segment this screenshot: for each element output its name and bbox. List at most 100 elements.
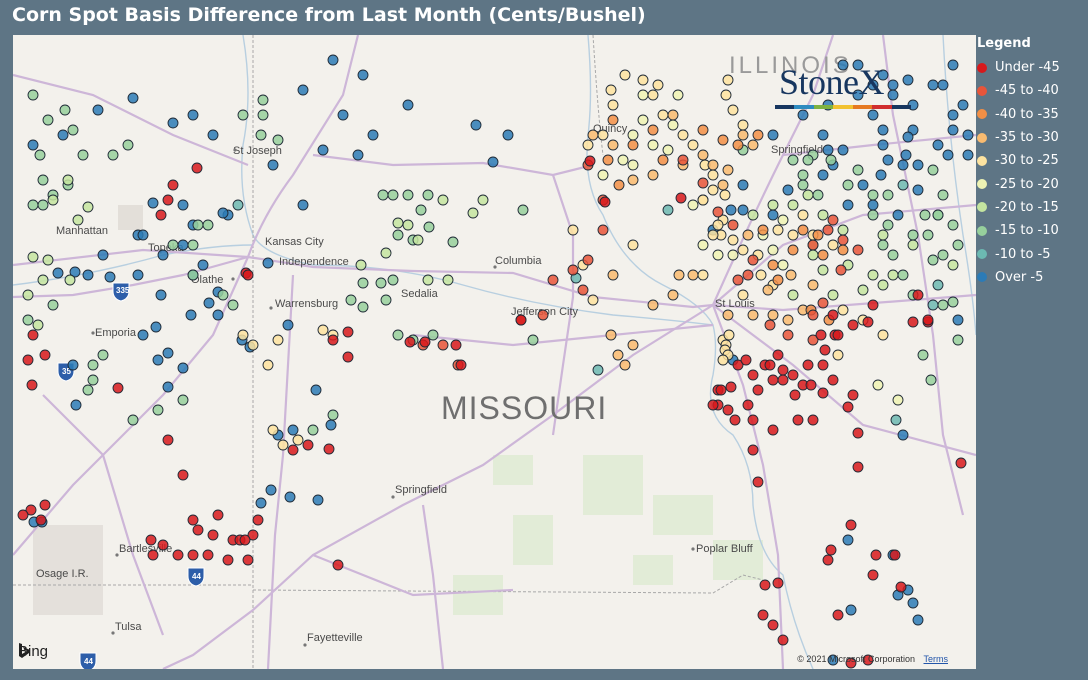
elevator-point[interactable]	[212, 509, 224, 521]
elevator-point[interactable]	[717, 134, 729, 146]
elevator-point[interactable]	[827, 289, 839, 301]
elevator-point[interactable]	[455, 359, 467, 371]
elevator-point[interactable]	[237, 329, 249, 341]
elevator-point[interactable]	[192, 219, 204, 231]
elevator-point[interactable]	[787, 229, 799, 241]
elevator-point[interactable]	[837, 234, 849, 246]
elevator-point[interactable]	[392, 217, 404, 229]
elevator-point[interactable]	[870, 549, 882, 561]
elevator-point[interactable]	[67, 359, 79, 371]
elevator-point[interactable]	[767, 259, 779, 271]
elevator-point[interactable]	[759, 579, 771, 591]
elevator-point[interactable]	[52, 267, 64, 279]
elevator-point[interactable]	[817, 359, 829, 371]
elevator-point[interactable]	[802, 189, 814, 201]
elevator-point[interactable]	[752, 476, 764, 488]
elevator-point[interactable]	[107, 149, 119, 161]
elevator-point[interactable]	[284, 491, 296, 503]
elevator-point[interactable]	[742, 229, 754, 241]
elevator-point[interactable]	[687, 139, 699, 151]
elevator-point[interactable]	[619, 359, 631, 371]
elevator-point[interactable]	[582, 254, 594, 266]
elevator-point[interactable]	[375, 277, 387, 289]
elevator-point[interactable]	[882, 154, 894, 166]
elevator-point[interactable]	[952, 334, 964, 346]
elevator-point[interactable]	[777, 259, 789, 271]
elevator-point[interactable]	[737, 179, 749, 191]
elevator-point[interactable]	[232, 199, 244, 211]
elevator-point[interactable]	[767, 424, 779, 436]
elevator-point[interactable]	[627, 139, 639, 151]
elevator-point[interactable]	[720, 89, 732, 101]
elevator-point[interactable]	[962, 149, 974, 161]
elevator-point[interactable]	[162, 347, 174, 359]
elevator-point[interactable]	[755, 269, 767, 281]
elevator-point[interactable]	[327, 54, 339, 66]
legend-item[interactable]: -30 to -25	[977, 149, 1088, 172]
elevator-point[interactable]	[707, 399, 719, 411]
elevator-point[interactable]	[887, 249, 899, 261]
elevator-point[interactable]	[292, 434, 304, 446]
elevator-point[interactable]	[317, 324, 329, 336]
elevator-point[interactable]	[877, 239, 889, 251]
elevator-point[interactable]	[722, 309, 734, 321]
elevator-point[interactable]	[67, 124, 79, 136]
elevator-point[interactable]	[652, 79, 664, 91]
elevator-point[interactable]	[902, 131, 914, 143]
elevator-point[interactable]	[317, 144, 329, 156]
elevator-point[interactable]	[367, 129, 379, 141]
elevator-point[interactable]	[867, 189, 879, 201]
elevator-point[interactable]	[122, 139, 134, 151]
elevator-point[interactable]	[437, 194, 449, 206]
elevator-point[interactable]	[712, 219, 724, 231]
elevator-point[interactable]	[187, 549, 199, 561]
elevator-point[interactable]	[547, 274, 559, 286]
elevator-point[interactable]	[39, 349, 51, 361]
elevator-point[interactable]	[415, 204, 427, 216]
elevator-point[interactable]	[262, 359, 274, 371]
elevator-point[interactable]	[947, 109, 959, 121]
elevator-point[interactable]	[207, 529, 219, 541]
elevator-point[interactable]	[150, 321, 162, 333]
elevator-point[interactable]	[584, 155, 596, 167]
elevator-point[interactable]	[37, 174, 49, 186]
elevator-point[interactable]	[272, 334, 284, 346]
elevator-point[interactable]	[37, 274, 49, 286]
elevator-point[interactable]	[947, 259, 959, 271]
elevator-point[interactable]	[937, 79, 949, 91]
elevator-point[interactable]	[957, 99, 969, 111]
elevator-point[interactable]	[62, 174, 74, 186]
elevator-point[interactable]	[162, 194, 174, 206]
elevator-point[interactable]	[127, 414, 139, 426]
elevator-point[interactable]	[932, 139, 944, 151]
elevator-point[interactable]	[697, 124, 709, 136]
legend-item[interactable]: -25 to -20	[977, 172, 1088, 195]
elevator-point[interactable]	[925, 374, 937, 386]
elevator-point[interactable]	[177, 469, 189, 481]
elevator-point[interactable]	[797, 169, 809, 181]
elevator-point[interactable]	[897, 179, 909, 191]
elevator-point[interactable]	[27, 329, 39, 341]
elevator-point[interactable]	[647, 89, 659, 101]
elevator-point[interactable]	[715, 384, 727, 396]
elevator-point[interactable]	[785, 269, 797, 281]
elevator-point[interactable]	[637, 89, 649, 101]
elevator-point[interactable]	[782, 314, 794, 326]
elevator-point[interactable]	[27, 199, 39, 211]
elevator-point[interactable]	[567, 264, 579, 276]
elevator-point[interactable]	[917, 349, 929, 361]
elevator-point[interactable]	[817, 169, 829, 181]
elevator-point[interactable]	[927, 164, 939, 176]
elevator-point[interactable]	[725, 381, 737, 393]
elevator-point[interactable]	[832, 329, 844, 341]
elevator-point[interactable]	[857, 179, 869, 191]
elevator-point[interactable]	[900, 149, 912, 161]
elevator-point[interactable]	[747, 444, 759, 456]
elevator-point[interactable]	[805, 379, 817, 391]
elevator-point[interactable]	[447, 236, 459, 248]
elevator-point[interactable]	[787, 289, 799, 301]
elevator-point[interactable]	[727, 219, 739, 231]
elevator-point[interactable]	[57, 129, 69, 141]
legend-item[interactable]: Over -5	[977, 266, 1088, 289]
elevator-point[interactable]	[32, 319, 44, 331]
